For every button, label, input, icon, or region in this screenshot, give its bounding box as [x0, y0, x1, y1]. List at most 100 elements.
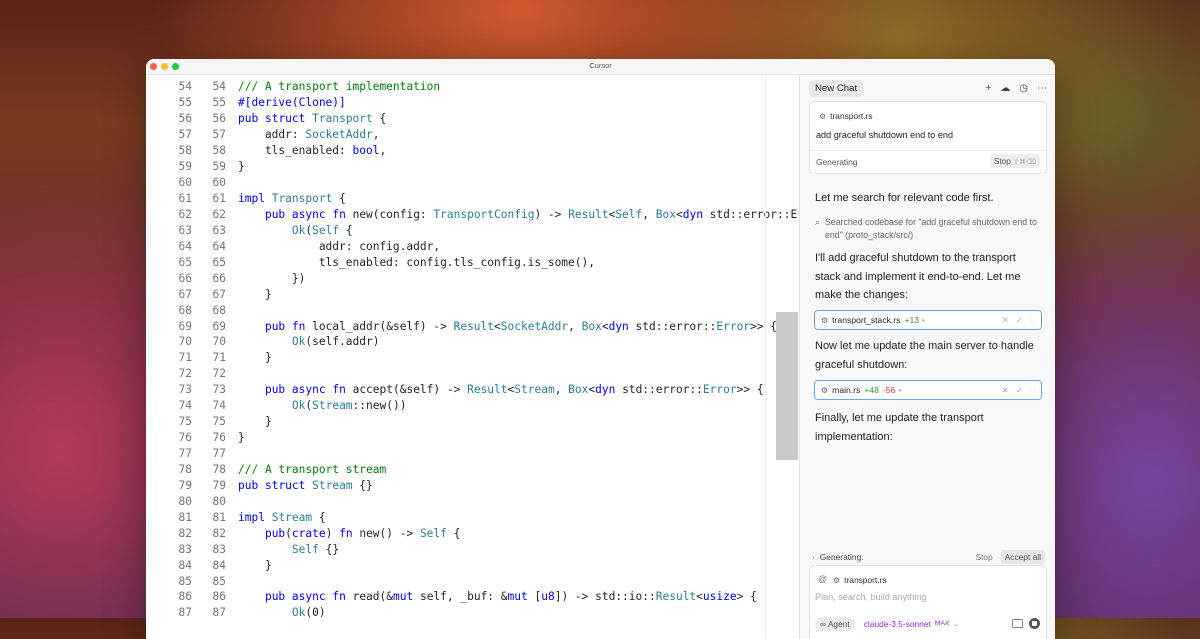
diff-actions: ✕ ✓ ◌: [1002, 385, 1035, 396]
code-line[interactable]: 54 54 /// A transport implementation: [146, 79, 804, 95]
accept-all-button[interactable]: Accept all: [1000, 550, 1045, 564]
reject-icon[interactable]: ✕: [1002, 315, 1009, 326]
line-number: 72: [178, 367, 192, 381]
code-line[interactable]: 81 81 impl Stream {: [146, 509, 804, 525]
code-line[interactable]: 66 66 }): [146, 270, 804, 286]
request-card[interactable]: ⚙ transport.rs add graceful shutdown end…: [809, 101, 1047, 174]
code-line[interactable]: 71 71 }: [146, 350, 804, 366]
reject-icon[interactable]: ✕: [1002, 385, 1009, 396]
mention-icon[interactable]: @: [818, 574, 827, 584]
code-line[interactable]: 62 62 pub async fn new(config: TransportC…: [146, 207, 804, 223]
accept-icon[interactable]: ✓: [1016, 315, 1023, 326]
code-line[interactable]: 86 86 pub async fn read(&mut self, _buf: …: [146, 589, 804, 605]
code-line[interactable]: 74 74 Ok(Stream::new()): [146, 398, 804, 414]
diff-actions: ✕ ✓ ◌: [1002, 315, 1035, 326]
code-line[interactable]: 87 87 Ok(0): [146, 605, 804, 621]
agent-mode-select[interactable]: ∞ Agent: [815, 616, 855, 631]
line-number: 57: [178, 128, 192, 142]
code-line[interactable]: 65 65 tls_enabled: config.tls_config.is_s…: [146, 254, 804, 270]
rust-file-icon: ⚙: [833, 575, 841, 585]
rust-file-icon: ⚙: [819, 111, 827, 121]
stop-send-button[interactable]: [1029, 618, 1040, 629]
code-line[interactable]: 63 63 Ok(Self {: [146, 222, 804, 238]
cloud-icon[interactable]: ☁: [1000, 83, 1010, 94]
editor-scrollbar[interactable]: [776, 312, 798, 460]
code-line[interactable]: 84 84 }: [146, 557, 804, 573]
chevron-down-icon[interactable]: ⌄: [954, 620, 960, 628]
line-number: 81: [212, 510, 226, 524]
code-line[interactable]: 83 83 Self {}: [146, 541, 804, 557]
composer-input[interactable]: Plan, search, build anything: [815, 592, 927, 602]
stop-generation-button[interactable]: Stop: [975, 552, 992, 562]
chevron-right-icon[interactable]: ›: [812, 552, 815, 562]
code-line[interactable]: 56 56 pub struct Transport {: [146, 111, 804, 127]
code-line[interactable]: 79 79 pub struct Stream {}: [146, 477, 804, 493]
code-line[interactable]: 85 85: [146, 573, 804, 589]
code-line[interactable]: 78 78 /// A transport stream: [146, 462, 804, 478]
diff-file-name: main.rs: [832, 385, 861, 395]
code-line[interactable]: 75 75 }: [146, 414, 804, 430]
line-number: 63: [178, 223, 192, 237]
code-line[interactable]: 55 55 #[derive(Clone)]: [146, 95, 804, 111]
search-icon: ⌕: [815, 217, 820, 227]
code-text: }: [238, 558, 272, 572]
line-number: 80: [212, 494, 226, 508]
code-line[interactable]: 80 80: [146, 493, 804, 509]
line-number: 56: [212, 112, 226, 126]
code-line[interactable]: 68 68: [146, 302, 804, 318]
code-line[interactable]: 58 58 tls_enabled: bool,: [146, 143, 804, 159]
diff-chip-transport-stack[interactable]: ⚙ transport_stack.rs +13 • ✕ ✓ ◌: [814, 310, 1042, 330]
expand-icon[interactable]: ◌: [1030, 385, 1035, 396]
code-line[interactable]: 72 72: [146, 366, 804, 382]
tab-new-chat[interactable]: New Chat: [809, 79, 864, 97]
history-icon[interactable]: ◷: [1019, 83, 1028, 94]
composer-file-chip[interactable]: ⚙ transport.rs: [833, 575, 887, 585]
search-result[interactable]: ⌕ Searched codebase for "add graceful sh…: [815, 216, 1040, 242]
code-line[interactable]: 64 64 addr: config.addr,: [146, 238, 804, 254]
code-line[interactable]: 82 82 pub(crate) fn new() -> Self {: [146, 525, 804, 541]
code-line[interactable]: 73 73 pub async fn accept(&self) -> Resul…: [146, 382, 804, 398]
lines-removed: -56: [882, 385, 896, 395]
code-text: pub(crate) fn new() -> Self {: [264, 526, 461, 540]
code-text: #[derive(Clone)]: [238, 96, 346, 110]
code-line[interactable]: 57 57 addr: SocketAddr,: [146, 127, 804, 143]
code-text: tls_enabled: bool,: [238, 144, 387, 158]
more-icon[interactable]: ⋯: [1037, 83, 1047, 94]
window-title: Cursor: [589, 61, 612, 70]
line-number: 59: [212, 160, 226, 174]
line-number: 61: [212, 192, 226, 206]
accept-icon[interactable]: ✓: [1016, 385, 1023, 396]
image-icon[interactable]: [1012, 619, 1023, 628]
chat-composer[interactable]: @ ⚙ transport.rs Plan, search, build any…: [809, 565, 1047, 639]
code-line[interactable]: 69 69 pub fn local_addr(&self) -> Result<…: [146, 318, 804, 334]
plus-icon[interactable]: +: [985, 83, 991, 94]
code-line[interactable]: 70 70 Ok(self.addr): [146, 334, 804, 350]
code-line[interactable]: 61 61 impl Transport {: [146, 191, 804, 207]
line-number: 85: [178, 574, 192, 588]
lines-added: +48: [864, 385, 879, 395]
diff-chip-main[interactable]: ⚙ main.rs +48 -56 • ✕ ✓ ◌: [814, 380, 1042, 400]
stop-button[interactable]: Stop ⇧⌘⌫: [989, 154, 1040, 168]
line-number: 77: [178, 447, 192, 461]
chat-header: New Chat + ☁ ◷ ⋯: [809, 79, 1047, 97]
line-number: 63: [212, 223, 226, 237]
line-number: 77: [212, 447, 226, 461]
code-text: Ok(Self {: [291, 223, 353, 237]
code-line[interactable]: 59 59}: [146, 159, 804, 175]
line-number: 79: [212, 478, 226, 492]
line-number: 86: [178, 590, 192, 604]
expand-icon[interactable]: ◌: [1030, 315, 1035, 326]
code-text: }: [238, 160, 245, 174]
code-line[interactable]: 76 76}: [146, 430, 804, 446]
code-text: pub struct Stream {}: [238, 478, 373, 492]
code-text: }: [238, 431, 245, 445]
code-line[interactable]: 60 60: [146, 175, 804, 191]
code-line[interactable]: 77 77: [146, 446, 804, 462]
line-number: 62: [212, 207, 226, 221]
model-select[interactable]: claude-3.5-sonnet: [864, 619, 931, 629]
code-line[interactable]: 67 67 }: [146, 286, 804, 302]
line-number: 79: [178, 478, 192, 492]
context-file-chip[interactable]: ⚙ transport.rs: [819, 111, 873, 121]
code-editor[interactable]: 54 54 /// A transport implementation 55 55 #[…: [146, 75, 804, 639]
line-number: 70: [212, 335, 226, 349]
